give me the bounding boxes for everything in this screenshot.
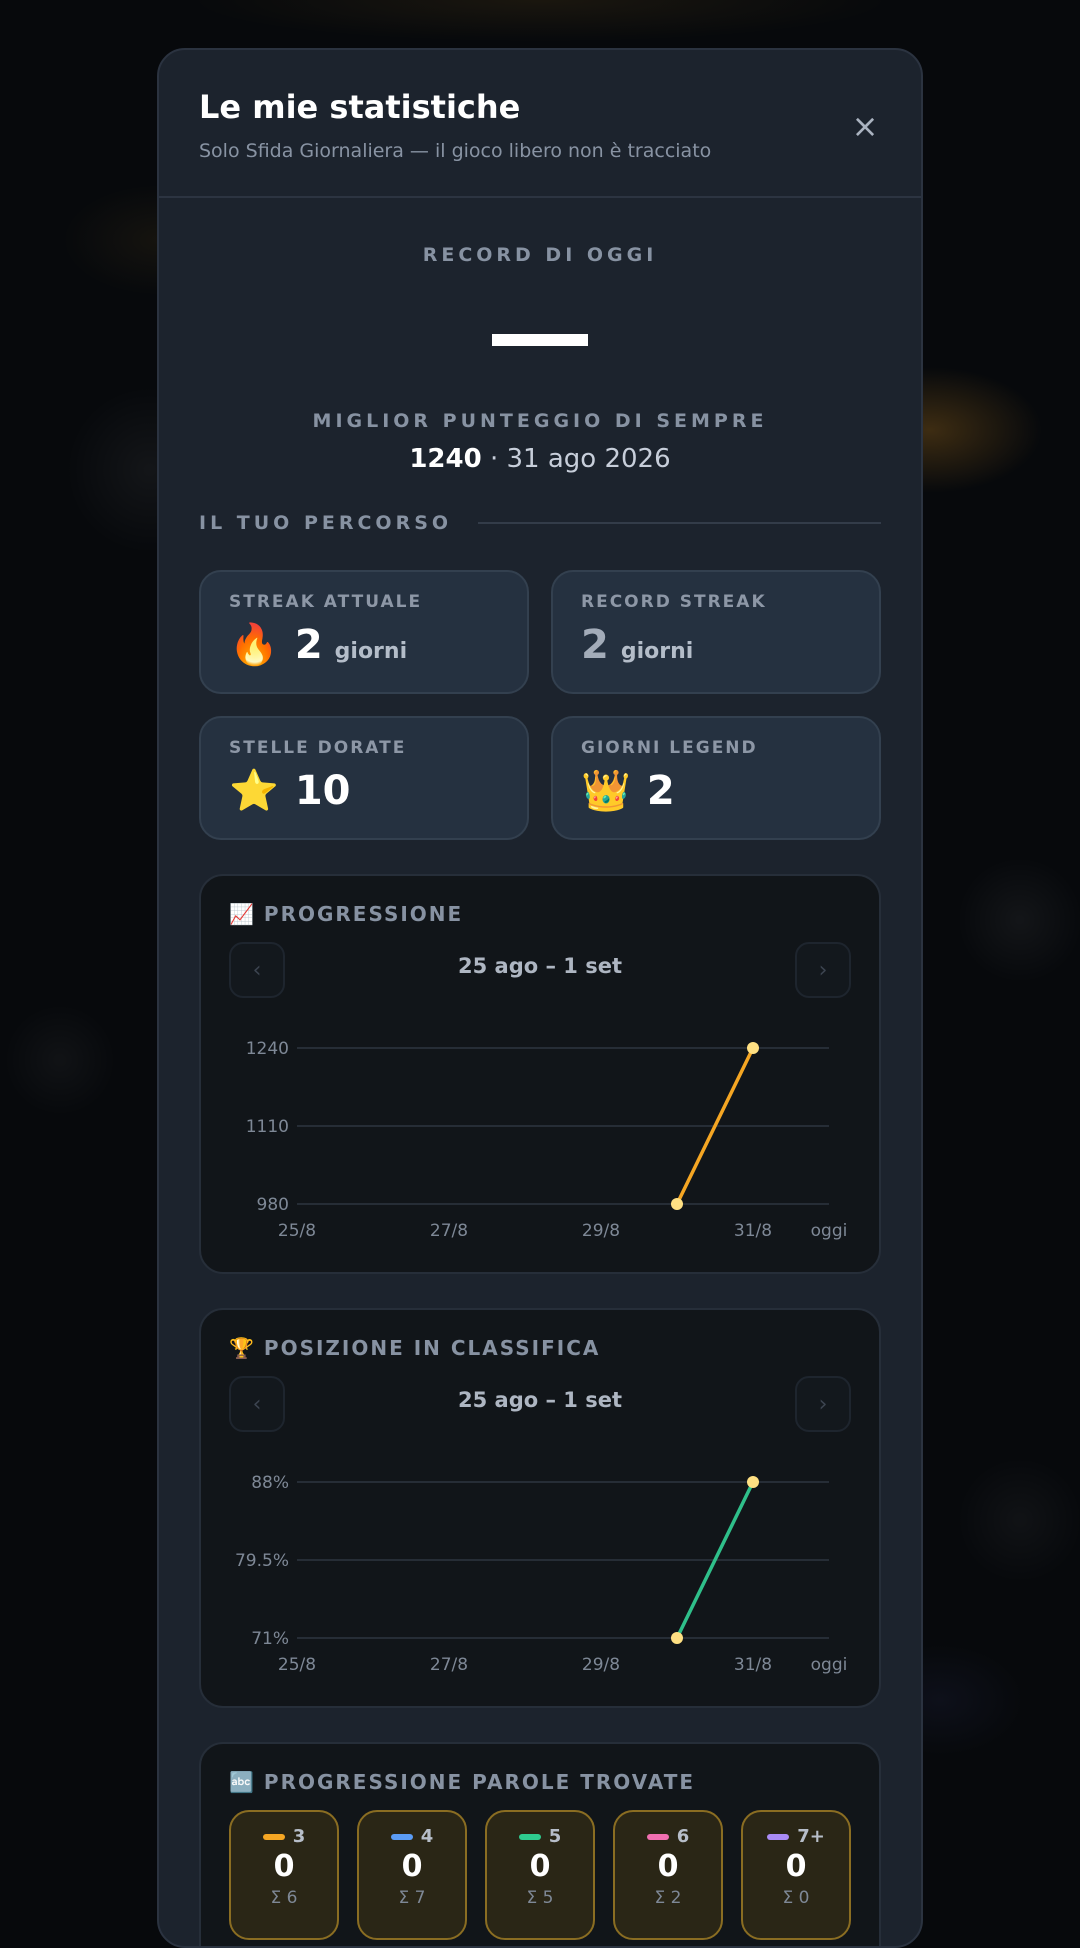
data-point: [747, 1476, 759, 1488]
word-sum: Σ 2: [615, 1888, 721, 1908]
path-label: IL TUO PERCORSO: [199, 512, 452, 534]
x-tick-label: oggi: [811, 1655, 848, 1675]
y-tick-label: 1110: [246, 1117, 289, 1137]
words-title: 🔤 PROGRESSIONE PAROLE TROVATE: [229, 1770, 695, 1794]
progression-chart: 1240 1110 980 25/8 27/8 29/8 31/8 oggi: [201, 876, 881, 1276]
crown-icon: 👑: [581, 771, 631, 811]
path-section-header: IL TUO PERCORSO: [199, 512, 881, 534]
progression-card: 📈 PROGRESSIONE ‹ 25 ago – 1 set › 124011…: [199, 874, 881, 1274]
y-tick-label: 980: [257, 1195, 289, 1215]
word-count: 0: [615, 1849, 721, 1884]
x-tick-label: 27/8: [430, 1655, 468, 1675]
color-swatch: [519, 1834, 541, 1840]
word-sum: Σ 0: [743, 1888, 849, 1908]
color-swatch: [647, 1834, 669, 1840]
y-tick-label: 1240: [246, 1039, 289, 1059]
color-swatch: [263, 1834, 285, 1840]
stat-caption: STELLE DORATE: [229, 738, 499, 758]
word-sum: Σ 6: [231, 1888, 337, 1908]
stat-card-legend-days: GIORNI LEGEND 👑 2: [551, 716, 881, 840]
x-tick-label: oggi: [811, 1221, 848, 1241]
stat-caption: GIORNI LEGEND: [581, 738, 851, 758]
data-point: [671, 1632, 683, 1644]
word-count: 0: [359, 1849, 465, 1884]
stat-value: 2: [647, 768, 675, 814]
abc-icon: 🔤: [229, 1770, 254, 1794]
ranking-card: 🏆 POSIZIONE IN CLASSIFICA ‹ 25 ago – 1 s…: [199, 1308, 881, 1708]
modal-subtitle: Solo Sfida Giornaliera — il gioco libero…: [199, 140, 881, 162]
x-tick-label: 29/8: [582, 1221, 620, 1241]
divider: [478, 522, 881, 524]
color-swatch: [391, 1834, 413, 1840]
y-tick-label: 79.5%: [235, 1551, 289, 1571]
stat-unit: giorni: [335, 639, 407, 664]
x-tick-label: 25/8: [278, 1221, 316, 1241]
ranking-chart: 88% 79.5% 71% 25/8 27/8 29/8 31/8 oggi: [201, 1310, 881, 1710]
y-tick-label: 88%: [251, 1473, 289, 1493]
data-point: [671, 1198, 683, 1210]
x-tick-label: 31/8: [734, 1221, 772, 1241]
star-icon: ⭐: [229, 771, 279, 811]
stat-card-current-streak: STREAK ATTUALE 🔥 2 giorni: [199, 570, 529, 694]
word-length: 5: [549, 1826, 562, 1847]
x-tick-label: 25/8: [278, 1655, 316, 1675]
x-tick-label: 29/8: [582, 1655, 620, 1675]
word-count: 0: [487, 1849, 593, 1884]
word-length: 7+: [797, 1826, 825, 1847]
word-sum: Σ 7: [359, 1888, 465, 1908]
stat-value: 2: [581, 622, 609, 668]
word-count: 0: [231, 1849, 337, 1884]
close-icon[interactable]: ×: [847, 108, 883, 144]
today-record-caption: RECORD DI OGGI: [159, 244, 921, 266]
x-tick-label: 27/8: [430, 1221, 468, 1241]
stat-card-record-streak: RECORD STREAK 2 giorni: [551, 570, 881, 694]
word-tile-5[interactable]: 5 0 Σ 5: [485, 1810, 595, 1940]
best-score-date: 31 ago 2026: [507, 444, 671, 474]
stat-value: 10: [295, 768, 351, 814]
best-score-value: 1240: [409, 444, 481, 474]
stat-unit: giorni: [621, 639, 693, 664]
best-score-line: 1240 · 31 ago 2026: [159, 444, 921, 474]
fire-icon: 🔥: [229, 625, 279, 665]
word-count: 0: [743, 1849, 849, 1884]
modal-title: Le mie statistiche: [199, 88, 881, 126]
word-tile-4[interactable]: 4 0 Σ 7: [357, 1810, 467, 1940]
words-title-text: PROGRESSIONE PAROLE TROVATE: [264, 1770, 695, 1794]
today-record-placeholder: [492, 334, 588, 346]
word-tile-7plus[interactable]: 7+ 0 Σ 0: [741, 1810, 851, 1940]
stats-modal: Le mie statistiche Solo Sfida Giornalier…: [157, 48, 923, 1948]
x-tick-label: 31/8: [734, 1655, 772, 1675]
word-sum: Σ 5: [487, 1888, 593, 1908]
best-score-separator: ·: [482, 444, 507, 474]
stat-caption: RECORD STREAK: [581, 592, 851, 612]
data-point: [747, 1042, 759, 1054]
stats-grid: STREAK ATTUALE 🔥 2 giorni RECORD STREAK …: [199, 570, 881, 840]
y-tick-label: 71%: [251, 1629, 289, 1649]
word-tile-6[interactable]: 6 0 Σ 2: [613, 1810, 723, 1940]
word-length: 6: [677, 1826, 690, 1847]
word-tile-3[interactable]: 3 0 Σ 6: [229, 1810, 339, 1940]
best-score-caption: MIGLIOR PUNTEGGIO DI SEMPRE: [159, 410, 921, 432]
modal-header: Le mie statistiche Solo Sfida Giornalier…: [159, 50, 921, 198]
stat-card-golden-stars: STELLE DORATE ⭐ 10: [199, 716, 529, 840]
word-length: 3: [293, 1826, 306, 1847]
word-length: 4: [421, 1826, 434, 1847]
words-card: 🔤 PROGRESSIONE PAROLE TROVATE 3 0 Σ 6 4 …: [199, 1742, 881, 1948]
word-length-tiles: 3 0 Σ 6 4 0 Σ 7 5 0 Σ 5 6 0 Σ 2 7+ 0: [229, 1810, 851, 1940]
color-swatch: [767, 1834, 789, 1840]
stat-value: 2: [295, 622, 323, 668]
stat-caption: STREAK ATTUALE: [229, 592, 499, 612]
